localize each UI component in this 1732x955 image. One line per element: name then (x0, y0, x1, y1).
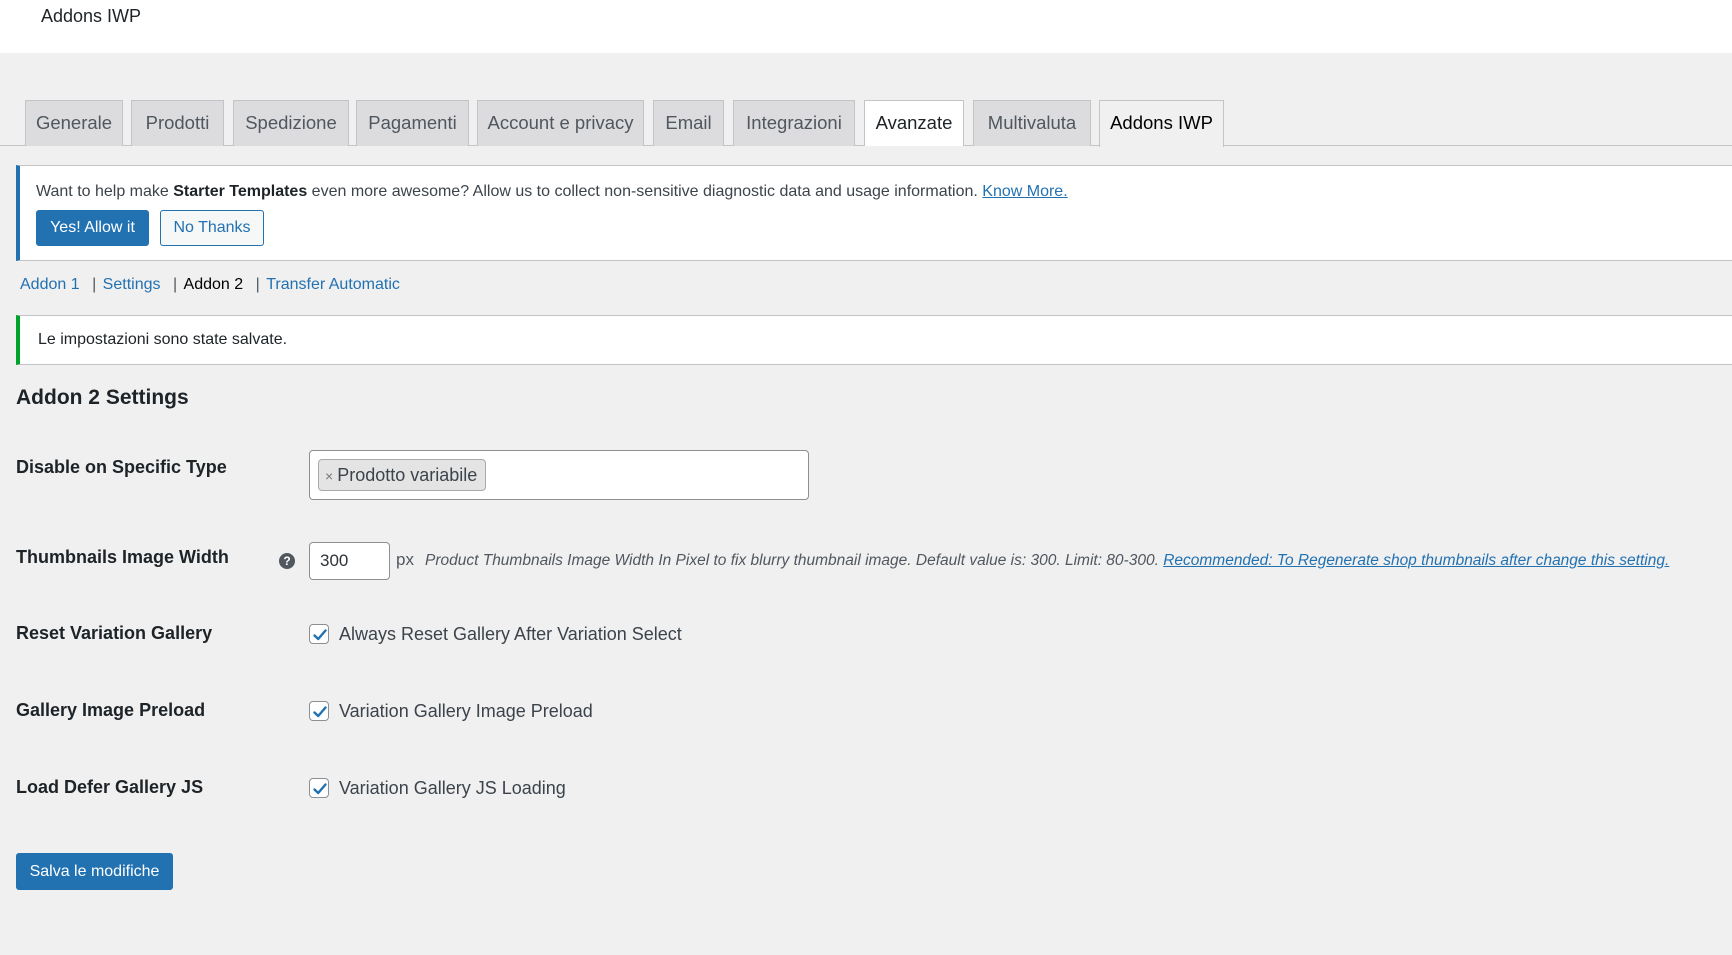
section-title: Addon 2 Settings (16, 386, 189, 409)
tab-generale[interactable]: Generale (25, 100, 123, 146)
subnav-addon-1[interactable]: Addon 1 (20, 276, 80, 294)
notice-suffix: even more awesome? Allow us to collect n… (307, 183, 983, 200)
reset-gallery-checkbox-label: Always Reset Gallery After Variation Sel… (339, 624, 682, 644)
diagnostic-notice: Want to help make Starter Templates even… (16, 165, 1732, 261)
thumb-width-input[interactable] (309, 542, 390, 580)
subnav-addon-2: Addon 2 (183, 276, 244, 293)
tab-multivaluta[interactable]: Multivaluta (973, 100, 1091, 146)
tab-spedizione[interactable]: Spedizione (233, 100, 349, 146)
tab-pagamenti[interactable]: Pagamenti (356, 100, 469, 146)
save-changes-button[interactable]: Salva le modifiche (16, 853, 173, 890)
product-type-select[interactable]: × Prodotto variabile (309, 450, 809, 500)
chip-remove-icon[interactable]: × (325, 468, 333, 484)
subnav-settings[interactable]: Settings (103, 276, 161, 294)
subnav-separator: | (172, 276, 178, 293)
notice-prefix: Want to help make (36, 183, 174, 200)
image-preload-checkbox-label: Variation Gallery Image Preload (339, 701, 593, 721)
saved-notice-text: Le impostazioni sono state salvate. (38, 331, 288, 348)
subnav-separator: | (92, 276, 97, 293)
defer-js-label: Load Defer Gallery JS (16, 777, 204, 797)
help-icon[interactable]: ? (279, 553, 295, 569)
subnav-transfer-automatic[interactable]: Transfer Automatic (266, 276, 400, 294)
checkmark-icon (313, 629, 327, 641)
tab-avanzate[interactable]: Avanzate (864, 100, 964, 146)
reset-gallery-label: Reset Variation Gallery (16, 623, 213, 643)
thumb-width-description: Product Thumbnails Image Width In Pixel … (425, 552, 1669, 570)
image-preload-label: Gallery Image Preload (16, 700, 206, 720)
no-thanks-button[interactable]: No Thanks (160, 210, 264, 246)
saved-notice: Le impostazioni sono state salvate. (16, 315, 1732, 365)
checkmark-icon (313, 706, 327, 718)
notice-message: Want to help make Starter Templates even… (36, 183, 1068, 201)
tab-addons-iwp[interactable]: Addons IWP (1099, 100, 1224, 147)
allow-button[interactable]: Yes! Allow it (36, 210, 149, 246)
page-header-title: Addons IWP (41, 6, 142, 26)
chip-label: Prodotto variabile (337, 465, 478, 485)
tab-prodotti[interactable]: Prodotti (131, 100, 224, 146)
checkmark-icon (313, 783, 327, 795)
disable-type-label: Disable on Specific Type (16, 457, 227, 477)
notice-brand: Starter Templates (173, 183, 308, 200)
image-preload-checkbox[interactable] (309, 701, 329, 721)
selected-type-chip: × Prodotto variabile (318, 459, 487, 491)
tab-account-privacy[interactable]: Account e privacy (477, 100, 644, 146)
tab-integrazioni[interactable]: Integrazioni (733, 100, 855, 146)
subnav-separator: | (255, 276, 260, 293)
defer-js-checkbox[interactable] (309, 778, 329, 798)
reset-gallery-checkbox[interactable] (309, 624, 329, 644)
thumb-width-description-text: Product Thumbnails Image Width In Pixel … (425, 552, 1164, 569)
know-more-link[interactable]: Know More. (982, 183, 1067, 200)
top-bar: Addons IWP (0, 0, 1732, 53)
thumb-width-unit: px (396, 550, 414, 569)
regenerate-thumbnails-link[interactable]: Recommended: To Regenerate shop thumbnai… (1163, 552, 1669, 569)
defer-js-checkbox-label: Variation Gallery JS Loading (339, 778, 566, 798)
addon-subnav: Addon 1 | Settings | Addon 2 | Transfer … (20, 276, 400, 294)
thumb-width-label: Thumbnails Image Width (16, 547, 229, 567)
settings-tabs: Generale Prodotti Spedizione Pagamenti A… (0, 100, 1732, 147)
tab-email[interactable]: Email (653, 100, 724, 146)
